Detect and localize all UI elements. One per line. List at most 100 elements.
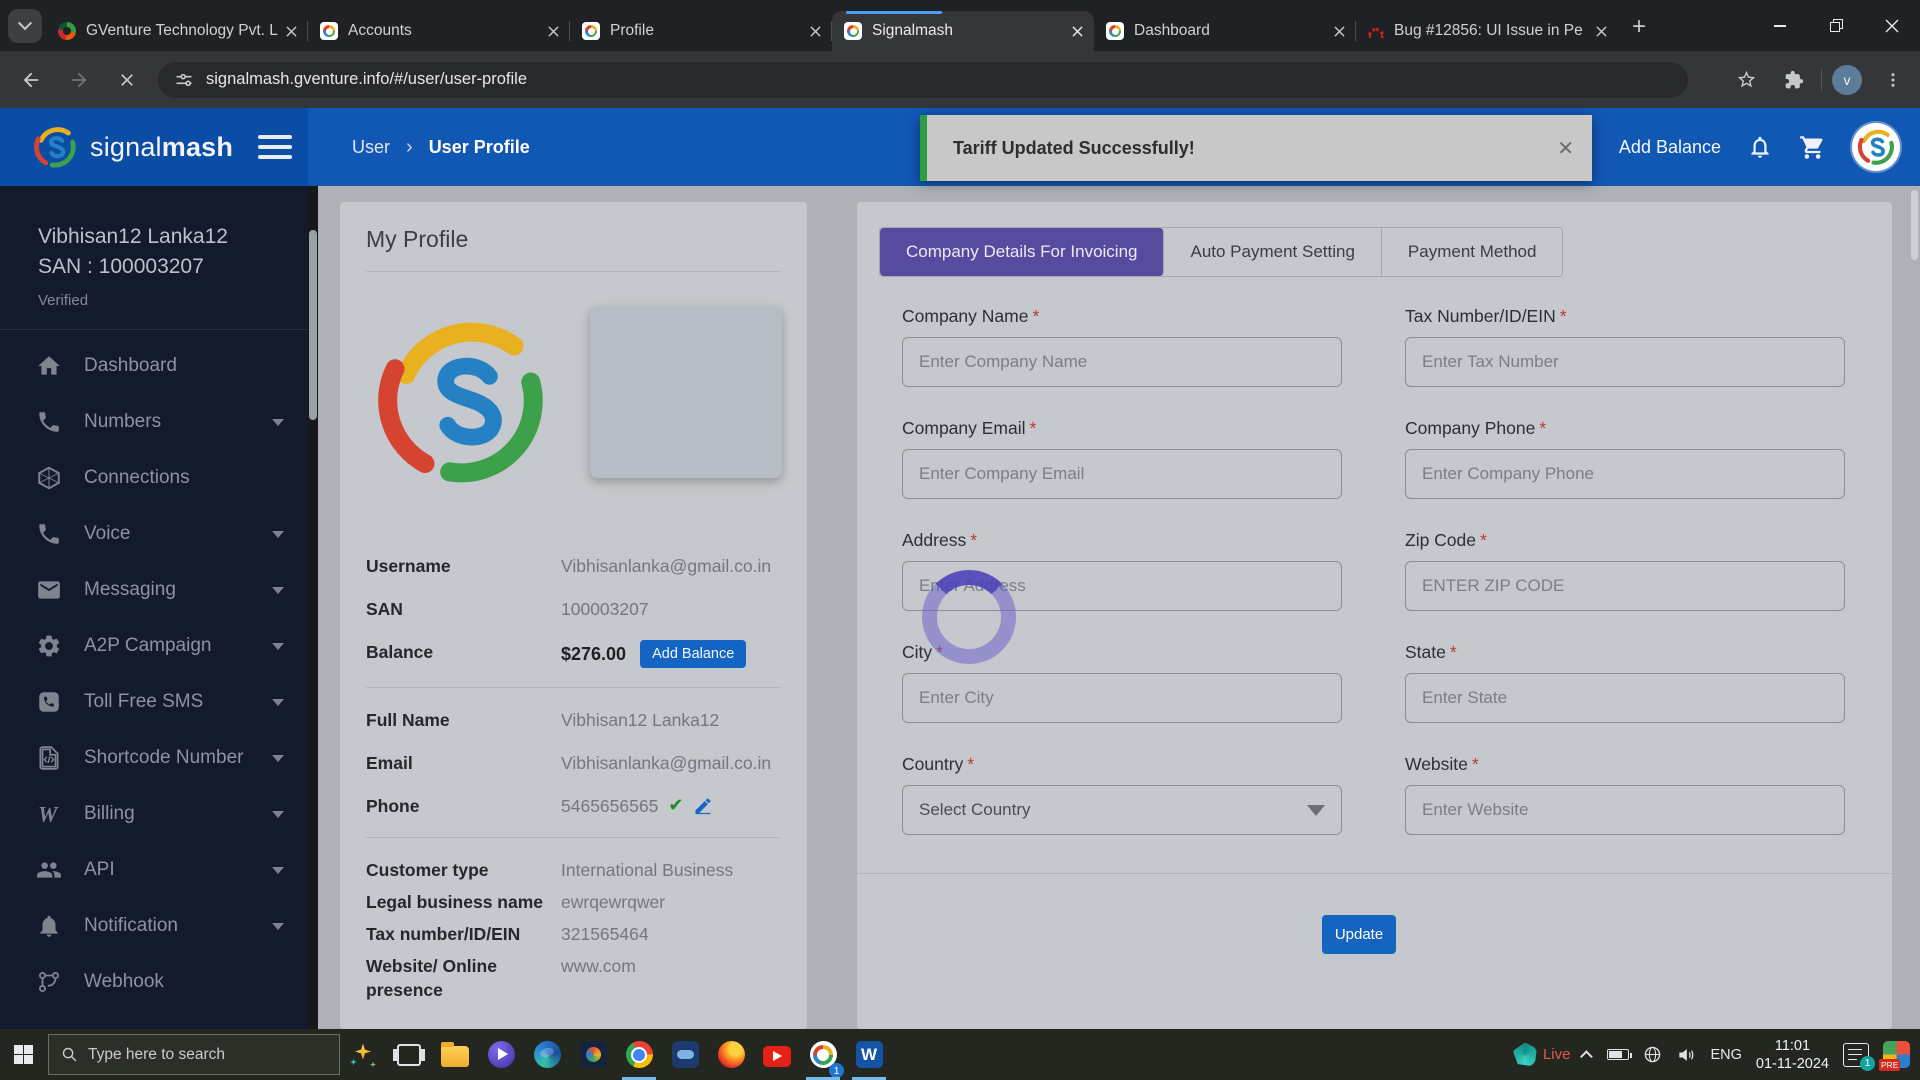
breadcrumb-parent[interactable]: User — [352, 137, 390, 158]
tab-close-icon[interactable] — [1592, 22, 1610, 40]
start-button[interactable] — [0, 1029, 46, 1080]
address-bar[interactable]: signalmash.gventure.info/#/user/user-pro… — [158, 62, 1688, 98]
sidebar-item-webhook[interactable]: Webhook — [0, 954, 308, 1010]
cart-icon[interactable] — [1799, 134, 1826, 161]
profile-row-san: SAN 100003207 — [366, 597, 781, 621]
tab-accounts[interactable]: Accounts — [308, 11, 570, 51]
profile-row-tax-number: Tax number/ID/EIN 321565464 — [366, 922, 781, 946]
state-input[interactable] — [1405, 673, 1845, 723]
row-label: Tax number/ID/EIN — [366, 922, 561, 946]
edit-phone-icon[interactable] — [693, 796, 713, 816]
tab-auto-payment-setting[interactable]: Auto Payment Setting — [1164, 228, 1381, 276]
profile-image-upload[interactable] — [590, 306, 782, 478]
tab-profile[interactable]: Profile — [570, 11, 832, 51]
copilot-sparkle-icon[interactable] — [340, 1029, 386, 1080]
users-icon — [36, 857, 62, 883]
tab-bug-tracker[interactable]: Bug #12856: UI Issue in Pe — [1356, 11, 1618, 51]
sidebar-item-shortcode-number[interactable]: Shortcode Number — [0, 730, 308, 786]
system-tray: Live ENG 11:01 01-11-2024 1 PRE — [1513, 1029, 1920, 1080]
pre-app-icon[interactable]: PRE — [1883, 1041, 1910, 1068]
company-email-input[interactable] — [902, 449, 1342, 499]
toast-close-icon[interactable]: ✕ — [1557, 136, 1574, 160]
tab-close-icon[interactable] — [544, 22, 562, 40]
city-input[interactable] — [902, 673, 1342, 723]
file-explorer-icon[interactable] — [432, 1029, 478, 1080]
live-weather-widget[interactable]: Live — [1513, 1043, 1571, 1067]
update-button[interactable]: Update — [1322, 915, 1396, 954]
user-avatar[interactable] — [1852, 123, 1900, 171]
select-value: Select Country — [919, 800, 1031, 820]
language-indicator[interactable]: ENG — [1710, 1047, 1741, 1063]
company-name-input[interactable] — [902, 337, 1342, 387]
tab-gventure[interactable]: GVenture Technology Pvt. L — [46, 11, 308, 51]
tab-close-icon[interactable] — [1068, 22, 1086, 40]
window-minimize-button[interactable] — [1752, 0, 1808, 51]
tab-close-icon[interactable] — [1330, 22, 1348, 40]
country-select[interactable]: Select Country — [902, 785, 1342, 835]
taskbar-clock[interactable]: 11:01 01-11-2024 — [1756, 1037, 1829, 1073]
media-player-icon[interactable] — [478, 1029, 524, 1080]
stop-loading-button[interactable] — [110, 63, 144, 97]
scrollbar-thumb[interactable] — [1911, 190, 1918, 260]
tab-signalmash-active[interactable]: Signalmash — [832, 11, 1094, 51]
add-balance-button[interactable]: Add Balance — [640, 640, 746, 668]
back-button[interactable] — [14, 63, 48, 97]
network-globe-icon[interactable] — [1643, 1045, 1662, 1064]
website-input[interactable] — [1405, 785, 1845, 835]
tray-expand-chevron-icon[interactable] — [1580, 1050, 1593, 1063]
notifications-bell-icon[interactable] — [1747, 134, 1773, 160]
sidebar-item-billing[interactable]: W Billing — [0, 786, 308, 842]
taskbar-search[interactable]: Type here to search — [48, 1034, 340, 1075]
add-balance-link[interactable]: Add Balance — [1619, 137, 1721, 158]
scrollbar-thumb[interactable] — [309, 230, 317, 420]
sidebar-item-api[interactable]: API — [0, 842, 308, 898]
action-center-icon[interactable]: 1 — [1843, 1043, 1869, 1067]
sidebar-item-connections[interactable]: Connections — [0, 450, 308, 506]
page-scrollbar[interactable] — [1911, 190, 1918, 1025]
zip-code-input[interactable] — [1405, 561, 1845, 611]
company-phone-input[interactable] — [1405, 449, 1845, 499]
tab-search-button[interactable] — [8, 9, 42, 43]
chevron-down-icon — [272, 811, 284, 818]
required-marker: * — [1560, 306, 1567, 326]
youtube-icon[interactable] — [754, 1029, 800, 1080]
tab-dashboard[interactable]: Dashboard — [1094, 11, 1356, 51]
edge-browser-icon[interactable] — [524, 1029, 570, 1080]
divider — [857, 873, 1892, 874]
bookmark-star-icon[interactable] — [1729, 63, 1763, 97]
word-icon[interactable]: W — [846, 1029, 892, 1080]
tax-number-input[interactable] — [1405, 337, 1845, 387]
sidebar-item-numbers[interactable]: Numbers — [0, 394, 308, 450]
task-view-icon[interactable] — [386, 1029, 432, 1080]
tab-close-icon[interactable] — [806, 22, 824, 40]
chrome-icon[interactable] — [616, 1029, 662, 1080]
sidebar-item-a2p-campaign[interactable]: A2P Campaign — [0, 618, 308, 674]
browser-menu-kebab-icon[interactable] — [1876, 63, 1910, 97]
cloud-app-icon[interactable] — [662, 1029, 708, 1080]
window-close-button[interactable] — [1864, 0, 1920, 51]
tab-close-icon[interactable] — [282, 22, 300, 40]
sidebar-item-voice[interactable]: Voice — [0, 506, 308, 562]
speaker-icon[interactable] — [1676, 1045, 1696, 1065]
extensions-icon[interactable] — [1777, 63, 1811, 97]
site-settings-icon[interactable] — [174, 70, 194, 90]
photos-app-icon[interactable] — [570, 1029, 616, 1080]
sidebar-item-dashboard[interactable]: Dashboard — [0, 338, 308, 394]
sidebar-item-notification[interactable]: Notification — [0, 898, 308, 954]
window-restore-button[interactable] — [1808, 0, 1864, 51]
firefox-icon[interactable] — [708, 1029, 754, 1080]
sidebar-item-toll-free-sms[interactable]: Toll Free SMS — [0, 674, 308, 730]
browser-profile-avatar[interactable]: v — [1832, 65, 1862, 95]
sidebar-nav: Dashboard Numbers Connections Voice Mess… — [0, 330, 308, 1029]
sidebar-toggle-hamburger-icon[interactable] — [258, 132, 294, 162]
signalmash-app-icon[interactable]: 1 — [800, 1029, 846, 1080]
sidebar-item-messaging[interactable]: Messaging — [0, 562, 308, 618]
new-tab-button[interactable]: + — [1624, 12, 1654, 42]
forward-button[interactable] — [62, 63, 96, 97]
toast-notification: Tariff Updated Successfully! ✕ — [920, 115, 1592, 181]
tab-payment-method[interactable]: Payment Method — [1382, 228, 1563, 276]
sidebar-item-know-your-customer[interactable]: Know Your Customer — [0, 1010, 308, 1029]
tab-company-details[interactable]: Company Details For Invoicing — [880, 228, 1164, 276]
sidebar-scrollbar[interactable] — [308, 186, 318, 1029]
battery-icon[interactable] — [1607, 1049, 1629, 1060]
